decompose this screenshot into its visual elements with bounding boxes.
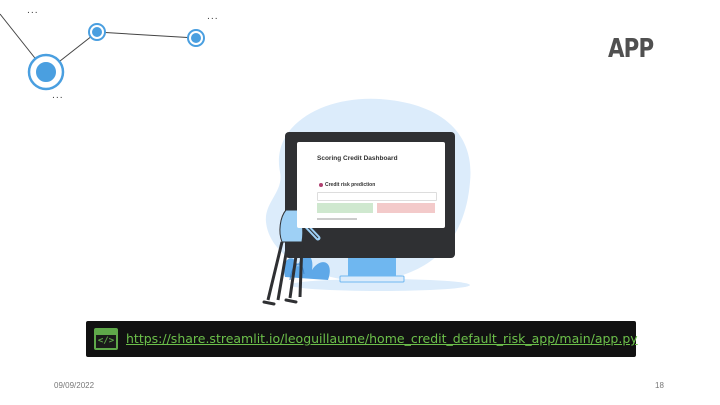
monitor-select bbox=[317, 192, 437, 201]
app-link[interactable]: https://share.streamlit.io/leoguillaume/… bbox=[126, 331, 638, 346]
slide-date: 09/09/2022 bbox=[54, 381, 95, 390]
link-bar: </> https://share.streamlit.io/leoguilla… bbox=[86, 321, 638, 357]
monitor-section-label: Credit risk prediction bbox=[325, 182, 376, 188]
monitor-text-line bbox=[317, 218, 357, 220]
section-icon bbox=[319, 182, 323, 187]
monitor-section-title: Credit risk prediction bbox=[319, 182, 375, 188]
monitor-app-title: Scoring Credit Dashboard bbox=[317, 155, 398, 162]
monitor-green-box bbox=[317, 203, 373, 213]
network-decoration bbox=[0, 13, 205, 91]
monitor-screen: Scoring Credit Dashboard Credit risk pre… bbox=[297, 142, 445, 228]
ellipsis-label: ... bbox=[27, 6, 39, 16]
ellipsis-label: ... bbox=[207, 12, 219, 22]
ellipsis-label: ... bbox=[52, 91, 64, 101]
slide-number: 18 bbox=[655, 381, 664, 390]
code-window-icon: </> bbox=[94, 328, 118, 350]
monitor-red-box bbox=[377, 203, 435, 213]
slide-title: APP bbox=[608, 34, 654, 64]
